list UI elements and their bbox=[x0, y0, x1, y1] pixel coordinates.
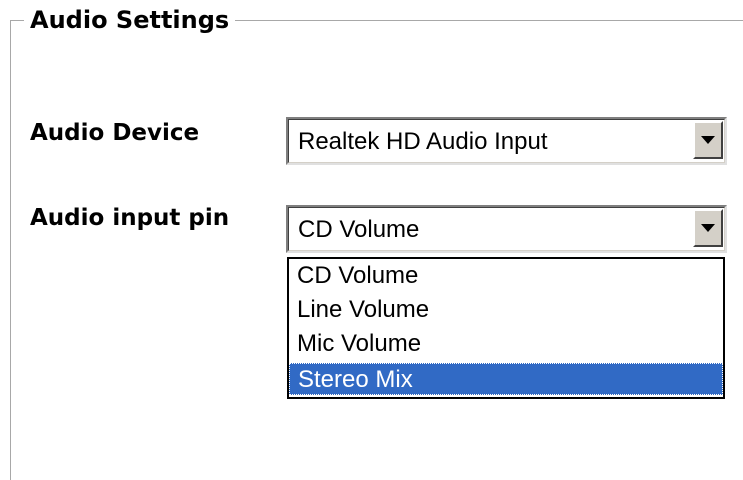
dropdown-option-mic-volume[interactable]: Mic Volume bbox=[289, 328, 723, 360]
audio-input-pin-select[interactable]: CD Volume bbox=[286, 205, 727, 253]
audio-input-pin-dropdown-list: CD Volume Line Volume Mic Volume Stereo … bbox=[287, 257, 725, 399]
audio-input-pin-dropdown-button[interactable] bbox=[693, 209, 723, 247]
chevron-down-icon bbox=[701, 136, 715, 144]
audio-input-pin-label: Audio input pin bbox=[30, 205, 230, 231]
dropdown-option-line-volume[interactable]: Line Volume bbox=[289, 294, 723, 326]
chevron-down-icon bbox=[701, 224, 715, 232]
audio-device-select[interactable]: Realtek HD Audio Input bbox=[286, 117, 727, 165]
audio-device-dropdown-button[interactable] bbox=[693, 121, 723, 159]
audio-settings-title: Audio Settings bbox=[24, 4, 236, 36]
audio-input-pin-value: CD Volume bbox=[298, 216, 420, 243]
audio-device-label: Audio Device bbox=[30, 120, 200, 146]
dropdown-option-cd-volume[interactable]: CD Volume bbox=[289, 260, 723, 292]
audio-device-value: Realtek HD Audio Input bbox=[298, 128, 548, 155]
dropdown-option-stereo-mix[interactable]: Stereo Mix bbox=[289, 363, 723, 395]
